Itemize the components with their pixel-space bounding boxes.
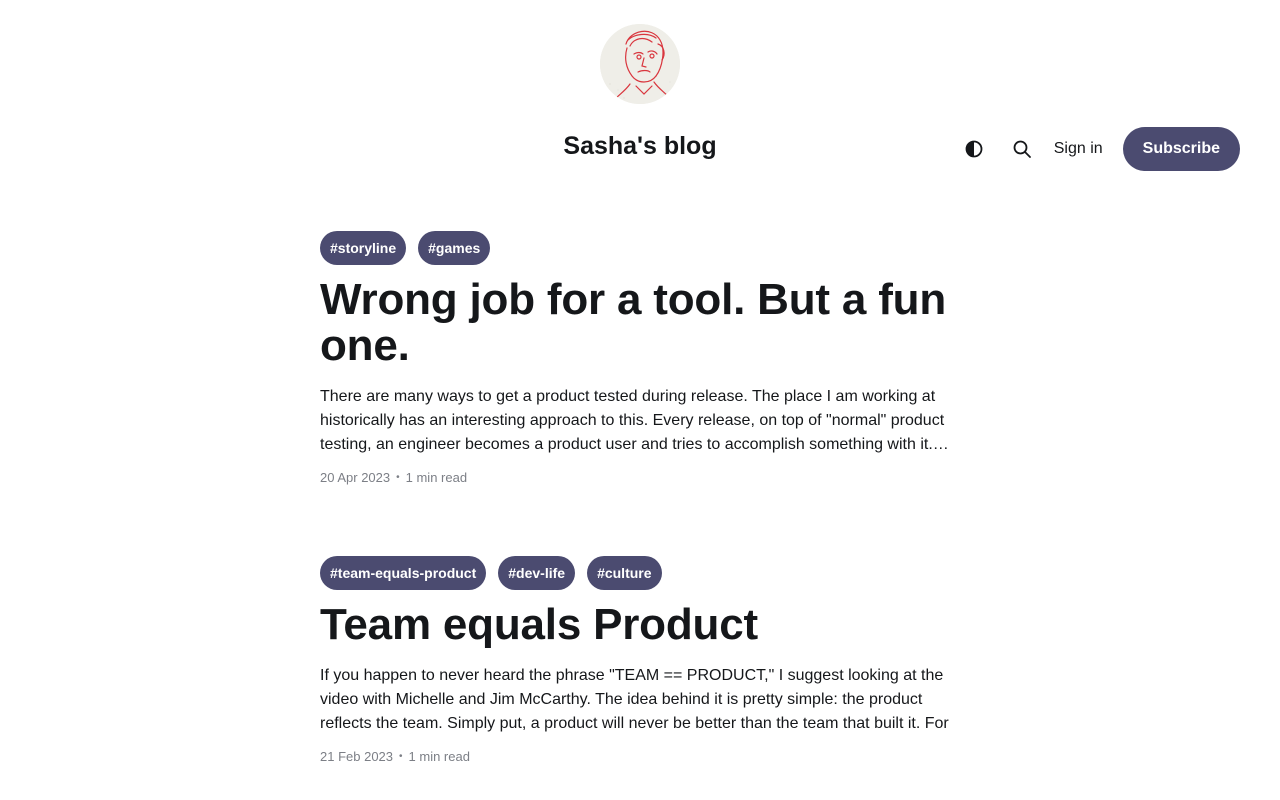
meta-separator: • (396, 472, 400, 483)
post-tags: #storyline #games (320, 231, 960, 265)
post-card: #storyline #games Wrong job for a tool. … (320, 231, 960, 486)
post-tags: #team-equals-product #dev-life #culture (320, 556, 960, 590)
post-card: #team-equals-product #dev-life #culture … (320, 556, 960, 765)
post-title[interactable]: Team equals Product (320, 602, 960, 648)
post-read-time: 1 min read (405, 470, 468, 485)
post-date: 20 Apr 2023 (320, 470, 391, 485)
tag-culture[interactable]: #culture (587, 556, 662, 590)
page: Sasha's blog Sign in Subscribe #storylin… (0, 0, 1280, 800)
header-actions: Sign in Subscribe (962, 127, 1240, 171)
search-button[interactable] (1010, 137, 1034, 161)
tag-games[interactable]: #games (418, 231, 491, 265)
post-meta: 21 Feb 2023 • 1 min read (320, 749, 960, 765)
site-avatar[interactable] (600, 24, 680, 104)
contrast-icon (965, 140, 983, 158)
post-excerpt[interactable]: If you happen to never heard the phrase … (320, 664, 960, 736)
tag-storyline[interactable]: #storyline (320, 231, 407, 265)
post-excerpt[interactable]: There are many ways to get a product tes… (320, 385, 960, 457)
tag-team-equals-product[interactable]: #team-equals-product (320, 556, 487, 590)
post-read-time: 1 min read (408, 749, 470, 764)
post-date: 21 Feb 2023 (320, 749, 394, 764)
search-icon (1013, 140, 1031, 158)
tag-dev-life[interactable]: #dev-life (498, 556, 576, 590)
sign-in-link[interactable]: Sign in (1054, 140, 1103, 158)
sketch-portrait-icon (600, 24, 680, 104)
subscribe-button[interactable]: Subscribe (1122, 127, 1240, 171)
post-meta: 20 Apr 2023 • 1 min read (320, 470, 960, 486)
post-feed: #storyline #games Wrong job for a tool. … (320, 231, 960, 765)
theme-toggle-button[interactable] (962, 137, 986, 161)
meta-separator: • (399, 751, 403, 762)
post-title[interactable]: Wrong job for a tool. But a fun one. (320, 277, 960, 369)
